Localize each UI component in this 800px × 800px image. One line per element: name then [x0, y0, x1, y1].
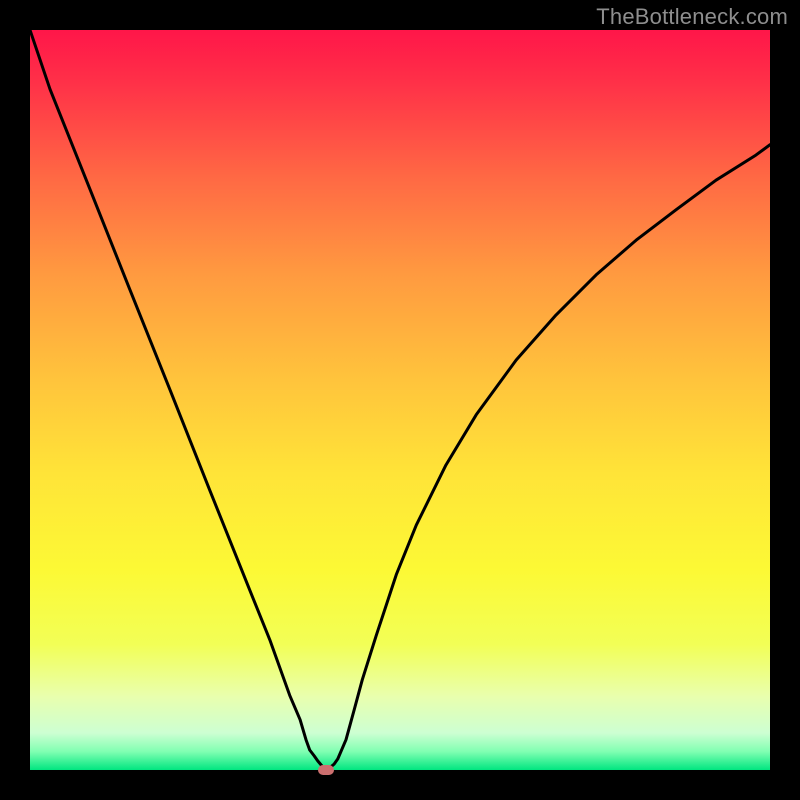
plot-area: [30, 30, 770, 770]
chart-root: TheBottleneck.com: [0, 0, 800, 800]
watermark-text: TheBottleneck.com: [596, 4, 788, 30]
bottleneck-curve: [30, 30, 770, 770]
curve-svg: [30, 30, 770, 770]
min-marker: [318, 765, 334, 775]
